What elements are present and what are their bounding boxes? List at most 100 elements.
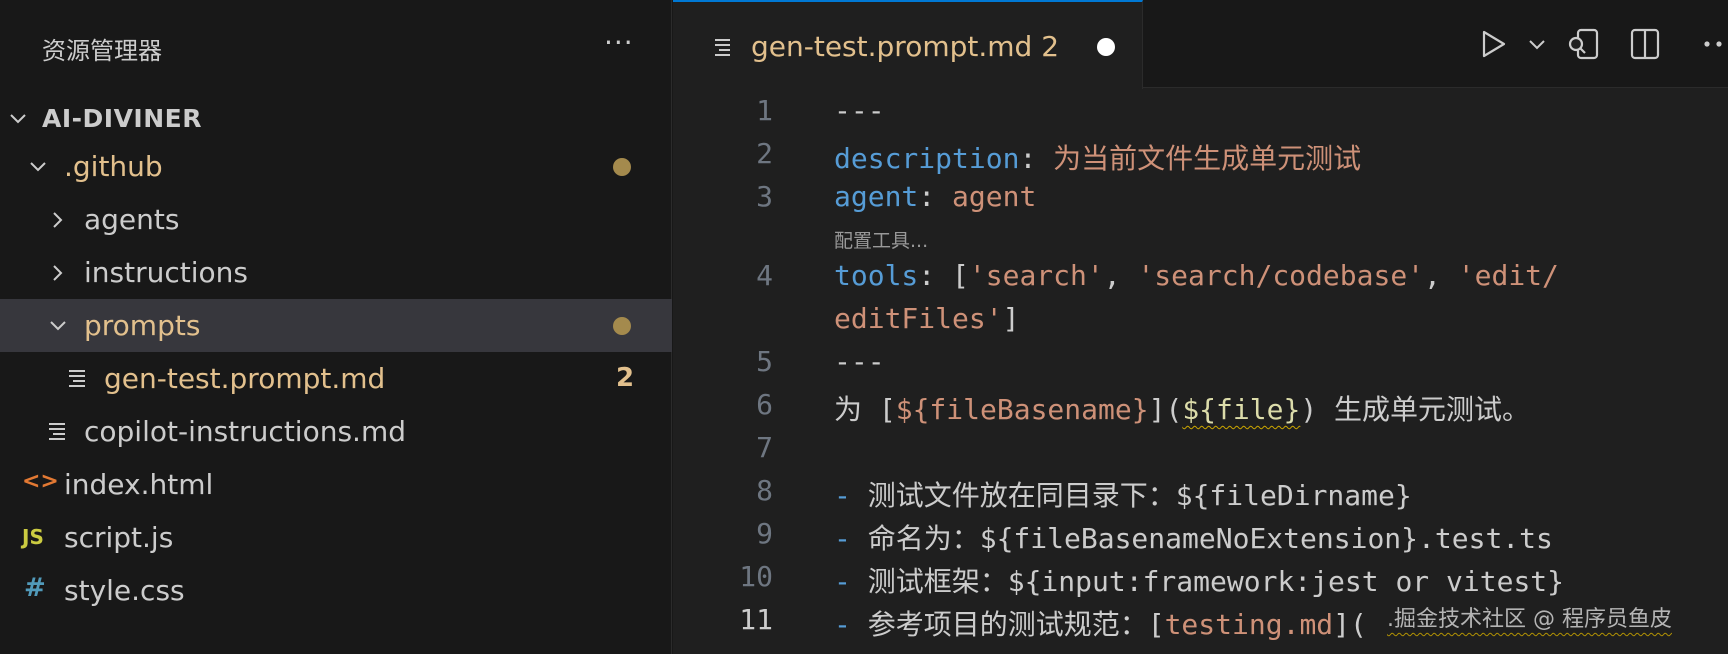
markdown-file-icon [46, 418, 72, 444]
code-line-wrapped: editFiles'] [834, 302, 1019, 335]
frontmatter-delimiter: --- [834, 94, 885, 127]
code-line: --- [834, 94, 885, 127]
tree-item-github-folder[interactable]: .github [0, 140, 672, 193]
more-actions-icon[interactable] [1689, 26, 1725, 62]
tree-item-label: gen-test.prompt.md [104, 362, 386, 395]
yaml-string: 'search' [968, 259, 1104, 292]
code-line: 为 [${fileBasename}](${file}) 生成单元测试。 [834, 388, 1530, 428]
md-text: 参考项目的测试规范：[ [867, 608, 1165, 641]
chevron-down-icon [28, 157, 48, 177]
line-number: 4 [756, 259, 773, 292]
list-marker: - [834, 479, 868, 512]
code-line: --- [834, 345, 885, 378]
tree-item-label: style.css [64, 574, 185, 607]
tab-gen-test-prompt[interactable]: gen-test.prompt.md 2 [673, 0, 1143, 89]
tree-root-label: AI-DIVINER [42, 104, 202, 133]
code-line: agent: agent [834, 180, 1036, 213]
run-icon[interactable] [1475, 26, 1511, 62]
more-actions-icon[interactable]: ··· [604, 26, 634, 59]
yaml-key: description [834, 142, 1020, 175]
markdown-file-icon [66, 365, 92, 391]
yaml-punct: : [ [918, 259, 969, 292]
line-number: 9 [756, 517, 773, 550]
md-text: ) 生成单元测试。 [1300, 393, 1531, 426]
chevron-down-icon [48, 316, 68, 336]
yaml-string: 'search/codebase' [1137, 259, 1425, 292]
tree-item-copilot-instructions-file[interactable]: copilot-instructions.md [0, 405, 672, 458]
explorer-header: 资源管理器 ··· [0, 0, 672, 92]
md-text: 测试文件放在同目录下：${fileDirname} [867, 479, 1412, 512]
tree-item-agents-folder[interactable]: agents [0, 193, 672, 246]
code-line: - 测试文件放在同目录下：${fileDirname} [834, 474, 1412, 514]
list-marker: - [834, 565, 868, 598]
list-marker: - [834, 608, 868, 641]
chevron-right-icon [48, 210, 68, 230]
line-number: 5 [756, 345, 773, 378]
md-text: ]( [1148, 393, 1183, 426]
yaml-punct: ] [1002, 302, 1020, 335]
javascript-file-icon: JS [22, 525, 44, 549]
open-preview-to-side-icon[interactable] [1565, 26, 1601, 62]
line-number: 3 [756, 180, 773, 213]
md-link-target-warning[interactable]: ${file} [1182, 393, 1300, 426]
editor-area: gen-test.prompt.md 2 1 2 3 4 5 6 7 8 9 1… [673, 0, 1728, 654]
explorer-sidebar: 资源管理器 ··· AI-DIVINER .github agents inst… [0, 0, 672, 654]
problem-count-badge: 2 [616, 363, 635, 393]
css-file-icon: # [24, 573, 46, 603]
code-line-active: - 参考项目的测试规范：[testing.md]( [834, 603, 1367, 643]
yaml-colon: : [1019, 142, 1054, 175]
line-number: 1 [756, 94, 773, 127]
configure-tools-codelens[interactable]: 配置工具... [834, 226, 928, 253]
tree-item-index-html-file[interactable]: <> index.html [0, 458, 672, 511]
yaml-value: 为当前文件生成单元测试 [1053, 142, 1362, 175]
tree-item-style-css-file[interactable]: # style.css [0, 564, 672, 617]
yaml-string: 'edit/ [1457, 259, 1559, 292]
tree-item-label: instructions [84, 256, 248, 289]
tree-item-script-js-file[interactable]: JS script.js [0, 511, 672, 564]
md-link-text: testing.md [1164, 608, 1334, 641]
yaml-colon: : [918, 180, 953, 213]
list-marker: - [834, 522, 868, 555]
line-number: 6 [756, 388, 773, 421]
line-number-active: 11 [739, 603, 773, 636]
tab-bar: gen-test.prompt.md 2 [673, 0, 1728, 89]
md-text: 为 [ [834, 393, 896, 426]
yaml-string: editFiles' [834, 302, 1003, 335]
yaml-value: agent [952, 180, 1037, 213]
tree-item-label: script.js [64, 521, 174, 554]
line-number: 7 [756, 431, 773, 464]
tree-item-label: agents [84, 203, 180, 236]
md-text: 测试框架：${input:framework:jest or vitest} [867, 565, 1565, 598]
md-link-text: ${fileBasename} [895, 393, 1149, 426]
tree-item-label: index.html [64, 468, 214, 501]
code-editor[interactable]: 1 2 3 4 5 6 7 8 9 10 11 --- description:… [673, 88, 1728, 654]
tree-item-instructions-folder[interactable]: instructions [0, 246, 672, 299]
md-text: 命名为：${fileBasenameNoExtension}.test.ts [867, 522, 1553, 555]
line-number: 8 [756, 474, 773, 507]
tree-root-folder[interactable]: AI-DIVINER [0, 92, 672, 145]
line-number: 10 [739, 560, 773, 593]
code-line: tools: ['search', 'search/codebase', 'ed… [834, 259, 1559, 292]
html-file-icon: <> [22, 469, 59, 494]
yaml-punct: , [1424, 259, 1458, 292]
unsaved-dot-icon[interactable] [1097, 38, 1115, 56]
tree-item-label: .github [64, 150, 163, 183]
code-line: - 命名为：${fileBasenameNoExtension}.test.ts [834, 517, 1553, 557]
modified-dot-icon [613, 158, 631, 176]
tree-item-label: copilot-instructions.md [84, 415, 406, 448]
tree-item-gen-test-file[interactable]: gen-test.prompt.md 2 [0, 352, 672, 405]
chevron-down-icon[interactable] [1519, 26, 1545, 62]
yaml-key: tools [834, 259, 919, 292]
chevron-down-icon [8, 109, 28, 129]
yaml-key: agent [834, 180, 919, 213]
markdown-file-icon [713, 36, 735, 58]
md-text: ]( [1333, 608, 1367, 641]
code-line: description: 为当前文件生成单元测试 [834, 137, 1361, 177]
watermark: .掘金技术社区 @ 程序员鱼皮 [1387, 607, 1672, 632]
split-editor-icon[interactable] [1627, 26, 1663, 62]
chevron-right-icon [48, 263, 68, 283]
modified-dot-icon [613, 317, 631, 335]
yaml-punct: , [1103, 259, 1138, 292]
tab-label: gen-test.prompt.md 2 [751, 30, 1060, 63]
tree-item-prompts-folder[interactable]: prompts [0, 299, 672, 352]
